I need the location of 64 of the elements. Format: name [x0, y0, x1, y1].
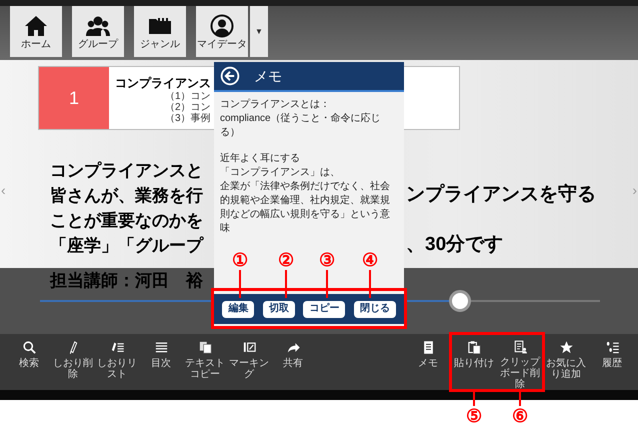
nav-button[interactable]: ホーム — [10, 6, 62, 57]
slide-text: 皆さんが、業務を行 — [50, 184, 204, 207]
toolbar-button[interactable]: 履歴 — [590, 340, 634, 390]
memo-text: compliance（従うこと・命令に応じる） — [220, 112, 382, 140]
people-icon — [86, 14, 110, 38]
slide-text: 担当講師：河田 裕 — [50, 270, 203, 292]
toolbar-button[interactable]: 検索 — [7, 340, 51, 390]
toolbar-button[interactable]: マーキング — [227, 340, 271, 390]
slide-text: コンプライアンスと — [50, 160, 204, 182]
leader-line — [519, 392, 521, 406]
memo-text: 「コンプライアンス」は、 — [220, 166, 341, 180]
memo-text: 近年よく耳にする — [220, 152, 301, 166]
outline-item: （1）コン — [165, 91, 211, 102]
memo-button[interactable]: 切取 — [262, 300, 295, 318]
toolbar-button[interactable]: しおり削除 — [51, 340, 95, 390]
outline-item: （2）コン — [165, 102, 211, 113]
toolbar-button[interactable]: メモ — [406, 340, 450, 390]
leader-line — [326, 270, 328, 298]
slide-text: 「座学」「グループ — [50, 234, 205, 257]
callout-number: ③ — [318, 250, 336, 270]
nav-button[interactable]: ジャンル — [134, 6, 186, 57]
user-icon — [210, 14, 234, 38]
callout-number: ② — [277, 250, 295, 270]
dropdown-button[interactable]: ▼ — [250, 6, 268, 57]
slide-text: 、30分です — [406, 233, 504, 258]
slider-thumb[interactable] — [449, 290, 471, 312]
slide-text: ことが重要なのかを — [50, 210, 204, 232]
marker-icon — [242, 340, 256, 355]
clipboard-person-icon — [512, 340, 528, 354]
memo-button[interactable]: コピー — [303, 300, 346, 318]
toolbar-button[interactable]: 貼り付け — [452, 340, 496, 390]
memo-text: 企業が「法律や条例だけでなく、社会的規範や企業倫理、社内規定、就業規則などの幅広い規則を守る」という意味 — [220, 180, 391, 236]
home-icon — [24, 14, 48, 38]
callout-number: ⑤ — [465, 406, 483, 426]
search-icon — [22, 340, 36, 355]
memo-title: メモ — [254, 66, 282, 86]
leader-line — [473, 392, 475, 406]
memo-text: コンプライアンスとは： — [220, 98, 331, 112]
toolbar-button[interactable]: クリップボード削除 — [498, 340, 542, 390]
clipboard-icon — [466, 340, 482, 355]
copy-icon — [198, 340, 212, 355]
callout-number: ⑥ — [511, 406, 529, 426]
star-icon — [558, 340, 574, 355]
toolbar-button[interactable]: テキストコピー — [183, 340, 227, 390]
outline-item: （3）事例 — [165, 113, 211, 124]
memo-button[interactable]: 閉じる — [354, 300, 396, 318]
nav-button[interactable]: マイデータ — [196, 6, 248, 57]
callout-number: ④ — [361, 250, 379, 270]
memo-button[interactable]: 編集 — [222, 300, 254, 318]
pen-list-icon — [110, 340, 124, 355]
toolbar-button[interactable]: しおりリスト — [95, 340, 139, 390]
leader-line — [369, 270, 371, 298]
callout-number: ① — [231, 250, 249, 270]
toolbar-button[interactable]: お気に入り追加 — [544, 340, 588, 390]
toolbar-button[interactable]: 共有 — [271, 340, 315, 390]
leader-line — [285, 270, 287, 298]
slide-number: 1 — [39, 67, 109, 129]
list-icon — [154, 340, 168, 355]
slide-title: コンプライアンス — [115, 75, 211, 91]
slide-text: ンプライアンスを守る — [406, 182, 596, 208]
leader-line — [239, 270, 241, 298]
nav-button[interactable]: グループ — [72, 6, 124, 57]
toolbar-button[interactable]: 目次 — [139, 340, 183, 390]
footsteps-list-icon — [604, 340, 620, 355]
